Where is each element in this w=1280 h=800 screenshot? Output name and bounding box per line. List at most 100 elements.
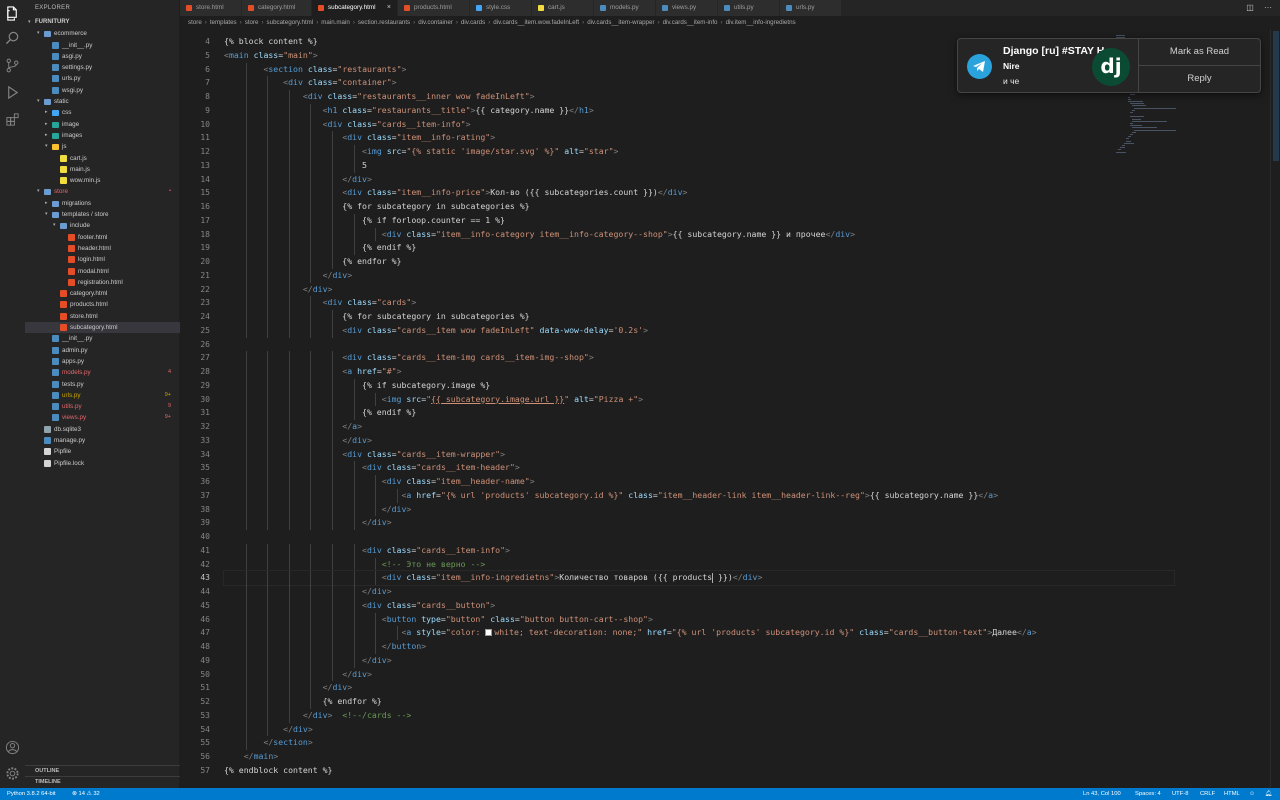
code-line[interactable]: </div> <!--/cards --> — [224, 708, 1174, 723]
tree-file[interactable]: urls.py — [25, 73, 180, 84]
code-line[interactable]: </main> — [224, 750, 1174, 764]
breadcrumb-item[interactable]: main.main — [321, 19, 350, 26]
tree-file[interactable]: category.html — [25, 288, 180, 299]
account-icon[interactable] — [5, 740, 20, 755]
language-mode[interactable]: HTML — [1224, 788, 1240, 800]
code-line[interactable]: <img src="{{ subcategory.image.url }}" a… — [224, 392, 1174, 407]
tree-file[interactable]: wow.min.js — [25, 175, 180, 186]
code-line[interactable]: </div> — [224, 516, 1174, 530]
python-interpreter[interactable]: Python 3.8.2 64-bit — [7, 788, 56, 800]
code-area[interactable]: {% block content %} <main class="main"> <… — [223, 35, 1175, 778]
tree-file[interactable]: store.html — [25, 311, 180, 322]
tree-file[interactable]: Pipfile — [25, 446, 180, 457]
code-line[interactable]: <!-- Это не верно --> — [224, 557, 1174, 572]
code-line[interactable] — [224, 530, 1174, 544]
explorer-icon[interactable] — [5, 6, 20, 21]
tree-file[interactable]: admin.py — [25, 345, 180, 356]
breadcrumb-item[interactable]: div.cards__item.wow.fadeInLeft — [493, 19, 579, 26]
reply-button[interactable]: Reply — [1139, 66, 1260, 92]
editor-tab[interactable]: category.html — [242, 0, 312, 16]
tree-file[interactable]: tests.py — [25, 379, 180, 390]
outline-section[interactable]: OUTLINE — [25, 765, 180, 776]
code-line[interactable]: 5 — [224, 158, 1174, 173]
code-line[interactable]: <div class="cards__item-wrapper"> — [224, 447, 1174, 462]
editor-tab[interactable]: products.html — [398, 0, 470, 16]
tree-file[interactable]: login.html — [25, 254, 180, 265]
tree-file[interactable]: utils.py 9 — [25, 401, 180, 412]
code-line[interactable]: <div class="cards__item-info"> — [224, 117, 1174, 132]
breadcrumb-item[interactable]: div.cards — [461, 19, 485, 26]
tree-file[interactable]: modal.html — [25, 266, 180, 277]
editor-tab[interactable]: cart.js — [532, 0, 594, 16]
breadcrumb-item[interactable]: div.container — [418, 19, 453, 26]
code-line[interactable]: </div> — [224, 681, 1174, 695]
line-ending[interactable]: CRLF — [1200, 788, 1215, 800]
color-swatch[interactable] — [485, 629, 493, 637]
code-line[interactable]: </div> — [224, 585, 1174, 599]
code-line[interactable]: {% endfor %} — [224, 255, 1174, 269]
tree-folder[interactable]: ▸ image — [25, 119, 180, 130]
tree-folder[interactable]: ▸ css — [25, 107, 180, 118]
tree-folder[interactable]: ▾ templates / store — [25, 209, 180, 220]
code-line[interactable] — [224, 338, 1174, 352]
code-line[interactable]: <div class="item__info-price">Кол-во ({{… — [224, 186, 1174, 200]
editor-tab[interactable]: models.py — [594, 0, 656, 16]
code-line[interactable]: <a style="color: white; text-decoration:… — [224, 626, 1174, 640]
tree-file[interactable]: db.sqlite3 — [25, 424, 180, 435]
code-line[interactable]: {% endblock content %} — [224, 764, 1174, 778]
code-line[interactable]: </div> — [224, 667, 1174, 682]
indentation[interactable]: Spaces: 4 — [1135, 788, 1161, 800]
tree-file[interactable]: registration.html — [25, 277, 180, 288]
breadcrumb-item[interactable]: div.cards__item-info — [663, 19, 718, 26]
tree-file[interactable]: __init__.py — [25, 40, 180, 51]
editor-tab[interactable]: style.css — [470, 0, 532, 16]
code-line[interactable]: {% endif %} — [224, 406, 1174, 420]
mark-as-read-button[interactable]: Mark as Read — [1139, 39, 1260, 65]
code-line[interactable]: </section> — [224, 736, 1174, 750]
tree-file[interactable]: manage.py — [25, 435, 180, 446]
code-line[interactable]: <button type="button" class="button butt… — [224, 612, 1174, 627]
code-line[interactable]: <h1 class="restaurants__title">{{ catego… — [224, 103, 1174, 118]
tree-file[interactable]: views.py 9+ — [25, 412, 180, 423]
feedback-icon[interactable]: ☺ — [1249, 788, 1255, 800]
telegram-notification[interactable]: Django [ru] #STAY H... Nire и че dj Mark… — [957, 38, 1261, 93]
source-control-icon[interactable] — [5, 58, 20, 73]
settings-gear-icon[interactable] — [5, 766, 20, 781]
tree-file[interactable]: settings.py — [25, 62, 180, 73]
cursor-position[interactable]: Ln 43, Col 100 — [1083, 788, 1121, 800]
code-line[interactable]: </div> — [224, 282, 1174, 297]
code-line[interactable]: <div class="cards__item-header"> — [224, 461, 1174, 475]
tree-file[interactable]: wsgi.py — [25, 85, 180, 96]
encoding[interactable]: UTF-8 — [1172, 788, 1188, 800]
breadcrumb-item[interactable]: div.cards__item-wrapper — [587, 19, 654, 26]
breadcrumb-item[interactable]: store — [188, 19, 202, 26]
code-line[interactable]: </div> — [224, 653, 1174, 668]
tree-file[interactable]: models.py 4 — [25, 367, 180, 378]
breadcrumb-item[interactable]: div.item__info-ingredietns — [726, 19, 796, 26]
tree-folder[interactable]: ▾ include — [25, 220, 180, 231]
editor-tab[interactable]: subcategory.html × — [312, 0, 398, 16]
tree-file[interactable]: header.html — [25, 243, 180, 254]
code-line[interactable]: </div> — [224, 502, 1174, 517]
code-line[interactable]: <div class="item__info-ingredietns">Коли… — [223, 570, 1175, 586]
code-line[interactable]: <a href="#"> — [224, 365, 1174, 379]
code-line[interactable]: <div class="cards__button"> — [224, 598, 1174, 613]
breadcrumb-item[interactable]: store — [245, 19, 259, 26]
code-line[interactable]: <div class="cards"> — [224, 296, 1174, 310]
close-tab-icon[interactable]: × — [387, 0, 391, 16]
code-line[interactable]: </div> — [224, 722, 1174, 737]
search-icon[interactable] — [5, 31, 20, 46]
tree-folder[interactable]: ▾ js — [25, 141, 180, 152]
code-line[interactable]: </div> — [224, 172, 1174, 187]
tree-file[interactable]: subcategory.html — [25, 322, 180, 334]
code-line[interactable]: </div> — [224, 268, 1174, 283]
code-line[interactable]: <div class="item__info-rating"> — [224, 131, 1174, 145]
code-line[interactable]: {% if subcategory.image %} — [224, 378, 1174, 393]
tree-folder[interactable]: ▾ store • — [25, 186, 180, 197]
code-line[interactable]: {% endif %} — [224, 241, 1174, 255]
tree-folder[interactable]: ▸ images — [25, 130, 180, 141]
scrollbar-thumb[interactable] — [1273, 31, 1279, 161]
code-editor[interactable]: 4 5 6 7 8 9 10 11 12 13 14 15 16 17 18 19 20 21 22 23 24 25 26… — [180, 29, 1280, 788]
timeline-section[interactable]: TIMELINE — [25, 776, 180, 787]
breadcrumb-item[interactable]: subcategory.html — [267, 19, 314, 26]
